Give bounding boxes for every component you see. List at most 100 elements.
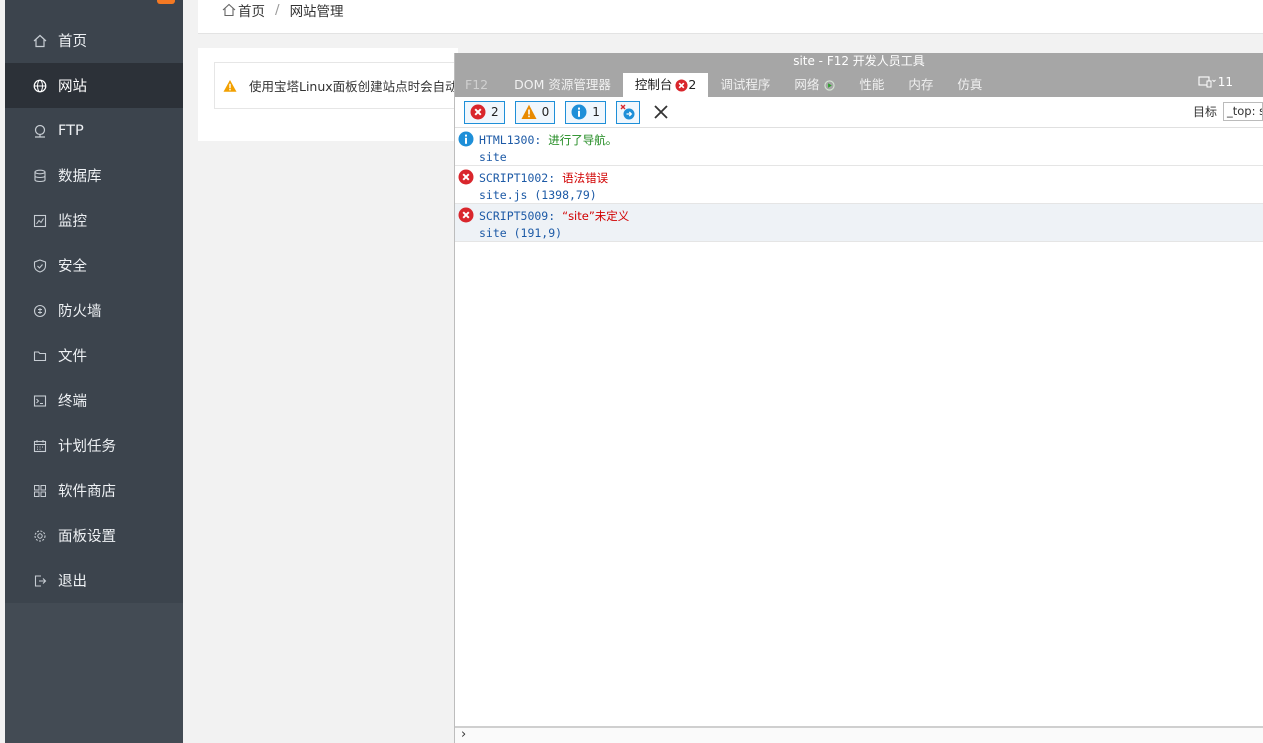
message-line: HTML1300: 进行了导航。 — [479, 132, 617, 148]
sidebar-item-store[interactable]: 软件商店 — [5, 468, 183, 513]
tab-label: F12 — [465, 77, 489, 92]
target-dropdown[interactable]: _top: site — [1223, 102, 1263, 121]
sidebar-item-label: 数据库 — [58, 169, 102, 185]
info-count: 1 — [592, 105, 600, 119]
sidebar-item-cron[interactable]: 计划任务 — [5, 423, 183, 468]
tab-emulation[interactable]: 仿真 — [945, 73, 994, 97]
sidebar-item-database[interactable]: 数据库 — [5, 153, 183, 198]
message-source[interactable]: site (191,9) — [479, 226, 562, 240]
shield-icon — [32, 258, 48, 274]
sidebar-item-home[interactable]: 首页 — [5, 18, 183, 63]
sidebar-item-label: 文件 — [58, 349, 87, 365]
logout-icon — [32, 573, 48, 589]
sidebar-item-label: 监控 — [58, 214, 87, 230]
warning-icon — [223, 79, 237, 92]
tab-label: 性能 — [859, 77, 885, 92]
content-card: 使用宝塔Linux面板创建站点时会自动创 — [198, 48, 464, 141]
tab-debugger[interactable]: 调试程序 — [708, 73, 782, 97]
message-sep: : — [534, 133, 549, 147]
gear-icon — [32, 528, 48, 544]
sidebar-item-settings[interactable]: 面板设置 — [5, 513, 183, 558]
console-input[interactable]: › — [455, 726, 1263, 743]
error-count: 2 — [491, 105, 499, 119]
device-count: 11 — [1217, 75, 1233, 89]
message-text: 进行了导航。 — [548, 133, 618, 147]
console-output: HTML1300: 进行了导航。 site SCRIPT1002: 语法错误 s… — [455, 128, 1263, 242]
sidebar-item-label: 面板设置 — [58, 529, 116, 545]
firewall-icon — [32, 303, 48, 319]
sidebar-item-terminal[interactable]: 终端 — [5, 378, 183, 423]
clear-console-button[interactable] — [650, 101, 672, 123]
tab-console[interactable]: 控制台 2 — [622, 73, 709, 97]
tab-performance[interactable]: 性能 — [847, 73, 896, 97]
sidebar-item-label: 软件商店 — [58, 484, 116, 500]
sidebar-item-firewall[interactable]: 防火墙 — [5, 288, 183, 333]
clear-on-navigate-button[interactable] — [615, 100, 640, 124]
tab-dom-explorer[interactable]: DOM 资源管理器 — [502, 73, 623, 97]
sidebar-item-files[interactable]: 文件 — [5, 333, 183, 378]
apps-icon — [32, 483, 48, 499]
filter-errors-button[interactable]: 2 — [464, 100, 505, 124]
devtools-window: site - F12 开发人员工具 F12 DOM 资源管理器 控制台 2 调试… — [454, 53, 1263, 743]
sidebar-item-logout[interactable]: 退出 — [5, 558, 183, 603]
breadcrumb-home[interactable]: 首页 — [238, 0, 265, 20]
home-icon — [32, 33, 48, 49]
tab-memory[interactable]: 内存 — [896, 73, 945, 97]
info-icon — [571, 104, 587, 120]
sidebar-item-security[interactable]: 安全 — [5, 243, 183, 288]
sidebar-footer — [5, 603, 183, 743]
message-line: SCRIPT5009: “site”未定义 — [479, 208, 629, 224]
monitor-icon — [32, 213, 48, 229]
devtools-title: site - F12 开发人员工具 — [455, 53, 1263, 70]
message-source[interactable]: site — [479, 150, 507, 164]
sidebar-item-website[interactable]: 网站 — [5, 63, 183, 108]
error-icon — [675, 78, 688, 92]
breadcrumb-separator: / — [275, 2, 280, 18]
terminal-icon — [32, 393, 48, 409]
sidebar-item-monitor[interactable]: 监控 — [5, 198, 183, 243]
breadcrumb: 首页 / 网站管理 — [222, 0, 344, 20]
error-icon — [458, 207, 474, 223]
sidebar-item-label: 防火墙 — [58, 304, 102, 320]
tab-label: 控制台 — [634, 77, 673, 92]
console-message-error[interactable]: SCRIPT1002: 语法错误 site.js (1398,79) — [455, 166, 1263, 204]
message-code: HTML1300 — [479, 133, 535, 147]
devtools-tabbar: F12 DOM 资源管理器 控制台 2 调试程序 网络 性能 内存 仿真 11 — [455, 70, 1263, 97]
notification-badge[interactable] — [157, 0, 175, 4]
filter-info-button[interactable]: 1 — [565, 100, 606, 124]
logo-strip — [5, 0, 183, 18]
close-icon — [654, 105, 668, 119]
sidebar-item-label: 计划任务 — [58, 439, 116, 455]
tab-label: 仿真 — [957, 77, 983, 92]
target-selector: 目标 _top: site — [1193, 102, 1263, 121]
device-selector[interactable]: 11 — [1198, 75, 1233, 89]
info-icon — [458, 131, 474, 147]
sidebar-item-ftp[interactable]: FTP — [5, 108, 183, 153]
message-line: SCRIPT1002: 语法错误 — [479, 170, 608, 186]
clear-on-navigate-icon — [620, 104, 635, 120]
message-source[interactable]: site.js (1398,79) — [479, 188, 597, 202]
prompt-chevron-icon: › — [461, 727, 467, 742]
target-label: 目标 — [1192, 105, 1217, 119]
console-error-count: 2 — [688, 77, 697, 92]
console-message-error[interactable]: SCRIPT5009: “site”未定义 site (191,9) — [455, 204, 1263, 242]
console-message-info[interactable]: HTML1300: 进行了导航。 site — [455, 128, 1263, 166]
calendar-icon — [32, 438, 48, 454]
filter-warnings-button[interactable]: 0 — [514, 100, 556, 124]
message-sep: : — [548, 171, 563, 185]
tab-f12[interactable]: F12 — [455, 73, 502, 97]
database-icon — [32, 168, 48, 184]
error-icon — [458, 169, 474, 185]
tab-label: 网络 — [794, 77, 820, 92]
globe-icon — [32, 78, 48, 94]
tab-network[interactable]: 网络 — [782, 73, 847, 97]
home-icon — [222, 3, 236, 17]
sidebar-item-label: 网站 — [58, 79, 87, 95]
console-toolbar: 2 0 1 目标 _top: site — [455, 97, 1263, 128]
record-icon — [824, 79, 835, 91]
device-icon — [1198, 76, 1216, 88]
message-text: “site”未定义 — [562, 209, 630, 223]
message-text: 语法错误 — [562, 171, 609, 185]
tab-label: DOM 资源管理器 — [514, 77, 611, 92]
error-icon — [470, 104, 486, 120]
